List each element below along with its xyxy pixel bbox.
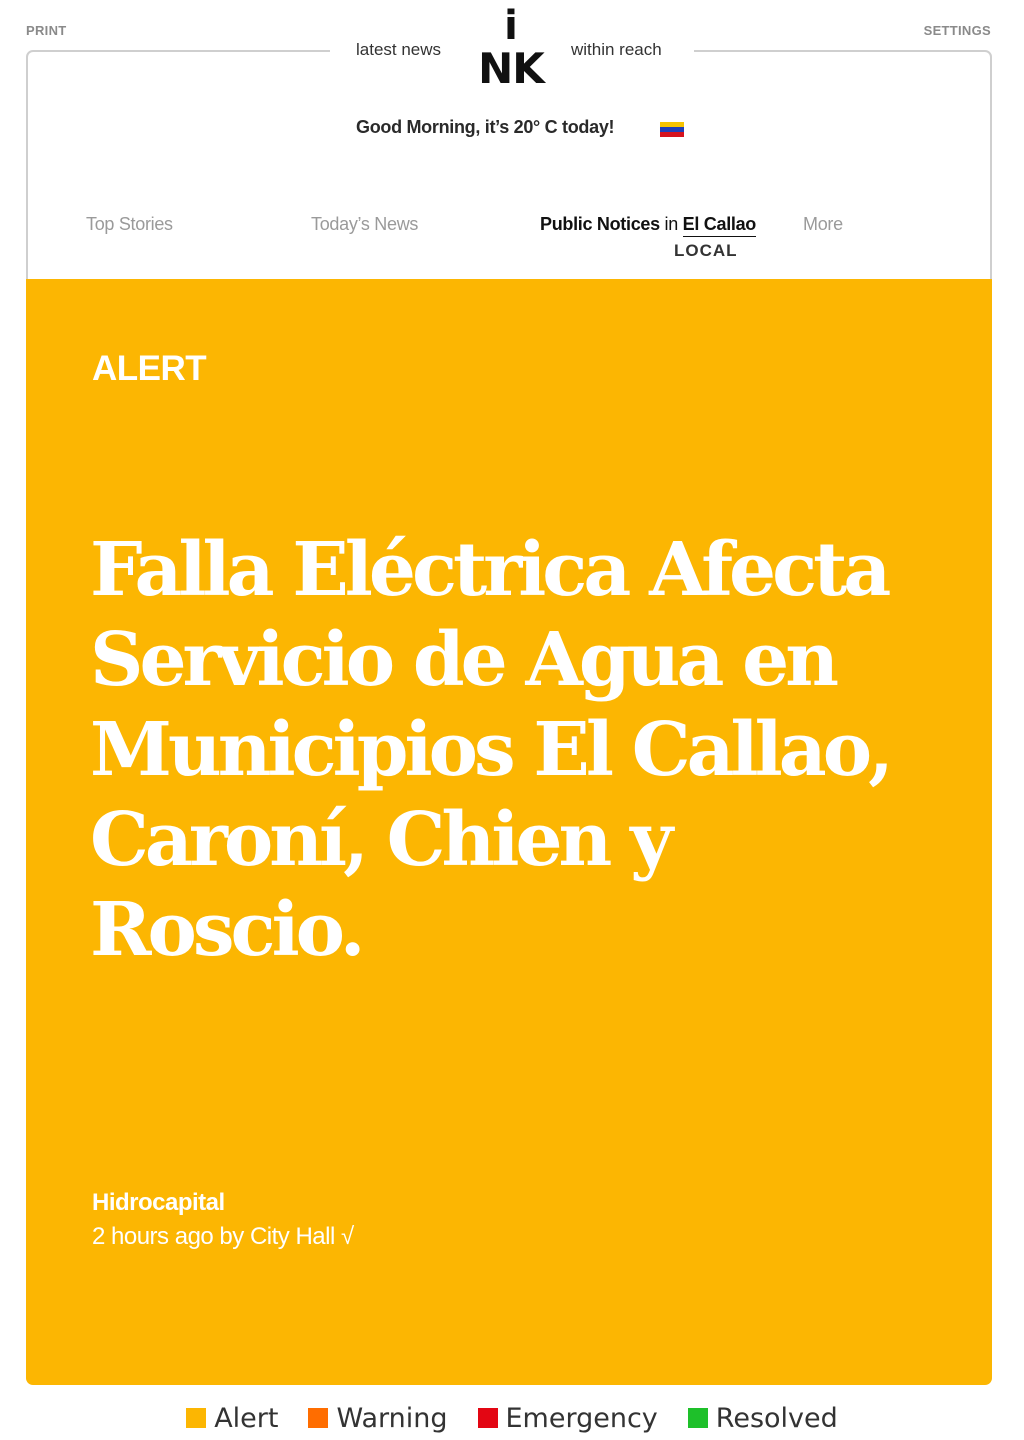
legend-label: Emergency <box>505 1402 658 1434</box>
category-label: ALERT <box>92 349 207 388</box>
logo-i: i <box>504 3 518 49</box>
alert-swatch <box>186 1408 207 1428</box>
warning-swatch <box>308 1408 329 1428</box>
resolved-swatch <box>687 1408 708 1428</box>
tab-public-notices[interactable]: Public Notices in El Callao <box>540 214 756 237</box>
tagline-left: latest news <box>356 40 442 59</box>
weather-greeting: Good Morning, it’s 20° C today! <box>356 117 615 137</box>
tab-more[interactable]: More <box>803 214 843 235</box>
ink-logo[interactable]: i NK <box>466 6 556 98</box>
page: PRINT SETTINGS latest news i NK within r… <box>0 0 1024 1440</box>
tagline-right: within reach <box>571 40 662 59</box>
legend-label: Resolved <box>715 1402 838 1434</box>
tab-top-stories[interactable]: Top Stories <box>86 214 173 235</box>
settings-button[interactable]: SETTINGS <box>924 23 991 38</box>
legend-item-alert: Alert <box>186 1403 278 1434</box>
location-selector[interactable]: El Callao <box>682 214 756 237</box>
emergency-swatch <box>477 1408 498 1428</box>
legend-item-resolved: Resolved <box>687 1402 838 1434</box>
tab-todays-news[interactable]: Today’s News <box>311 214 418 235</box>
legend-item-emergency: Emergency <box>477 1402 658 1434</box>
legend-item-warning: Warning <box>308 1402 448 1434</box>
public-notices-label: Public Notices <box>540 214 660 234</box>
in-label: in <box>664 214 679 234</box>
print-button[interactable]: PRINT <box>26 23 67 38</box>
alert-card[interactable]: ALERT Falla Eléctrica Afecta Servicio de… <box>26 279 992 1385</box>
logo-nk: NK <box>478 44 545 93</box>
local-label: LOCAL <box>674 241 738 260</box>
venezuela-flag-icon <box>660 122 684 137</box>
legend-label: Alert <box>214 1402 279 1434</box>
article-byline: 2 hours ago by City Hall √ <box>92 1223 354 1250</box>
severity-legend: Alert Warning Emergency Resolved <box>0 1398 1024 1438</box>
legend-label: Warning <box>336 1402 448 1434</box>
article-headline: Falla Eléctrica Afecta Servicio de Agua … <box>90 527 894 973</box>
article-source: Hidrocapital <box>92 1189 225 1216</box>
